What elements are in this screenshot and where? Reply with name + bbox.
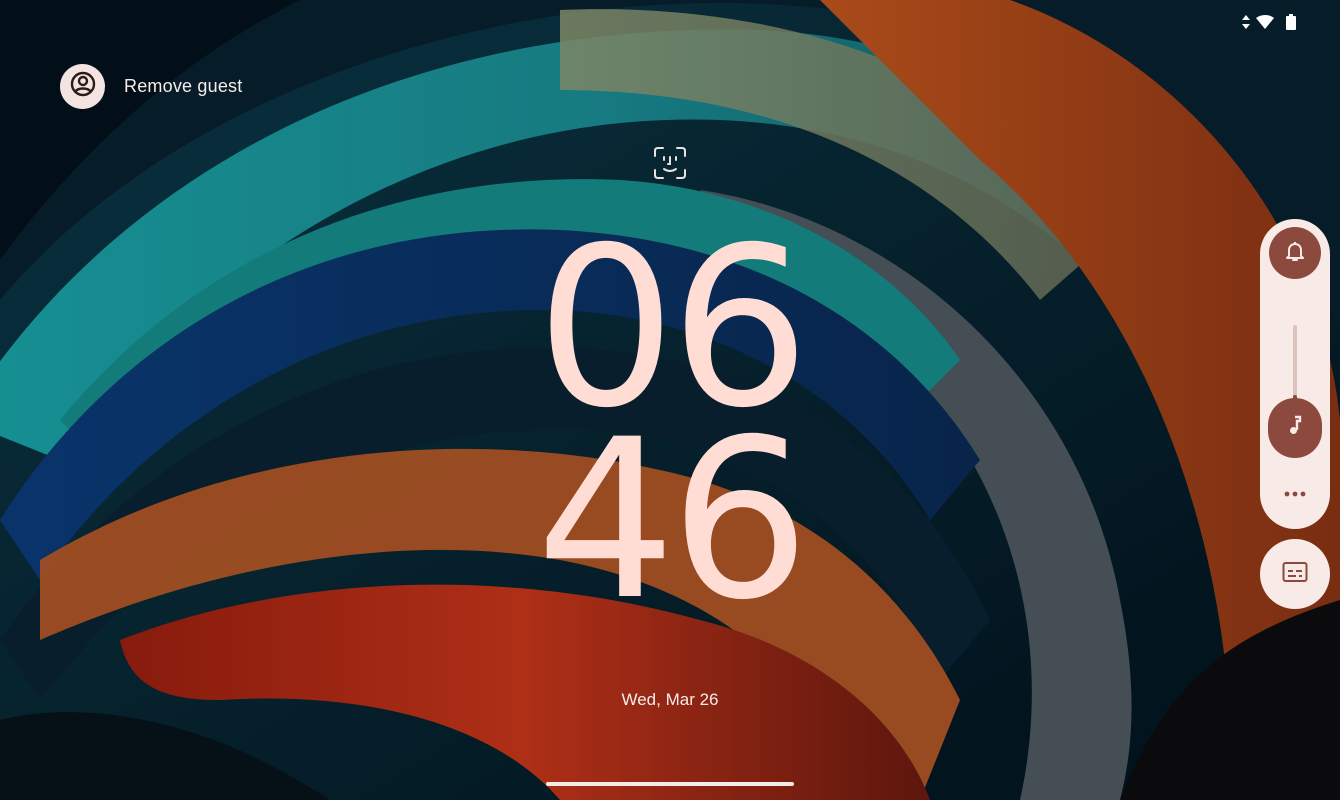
live-caption-button[interactable]	[1260, 539, 1330, 609]
subtitles-icon	[1282, 561, 1308, 588]
account-circle-icon	[69, 70, 97, 103]
ringer-mode-button[interactable]	[1269, 227, 1321, 279]
lockscreen-clock: 06 46	[470, 218, 870, 648]
more-options-button[interactable]	[1281, 483, 1309, 503]
music-note-icon	[1285, 415, 1305, 442]
media-volume-button[interactable]	[1268, 398, 1322, 458]
date-label: Wed, Mar 26	[621, 690, 719, 709]
status-bar	[1242, 14, 1296, 30]
volume-panel	[1260, 219, 1330, 529]
guest-avatar	[60, 64, 105, 109]
battery-icon	[1286, 14, 1296, 30]
face-unlock-icon	[653, 146, 687, 185]
lock-screen: Remove guest 06 46 Wed, Mar 26	[0, 0, 1340, 800]
remove-guest-label: Remove guest	[124, 76, 243, 96]
mobile-data-arrows-icon	[1242, 15, 1250, 29]
home-gesture-handle[interactable]	[546, 782, 794, 786]
wifi-icon	[1256, 15, 1274, 29]
remove-guest-button[interactable]: Remove guest	[60, 64, 242, 109]
clock-minutes: 46	[536, 392, 810, 648]
bell-icon	[1283, 239, 1307, 268]
more-horizontal-icon	[1284, 484, 1306, 502]
